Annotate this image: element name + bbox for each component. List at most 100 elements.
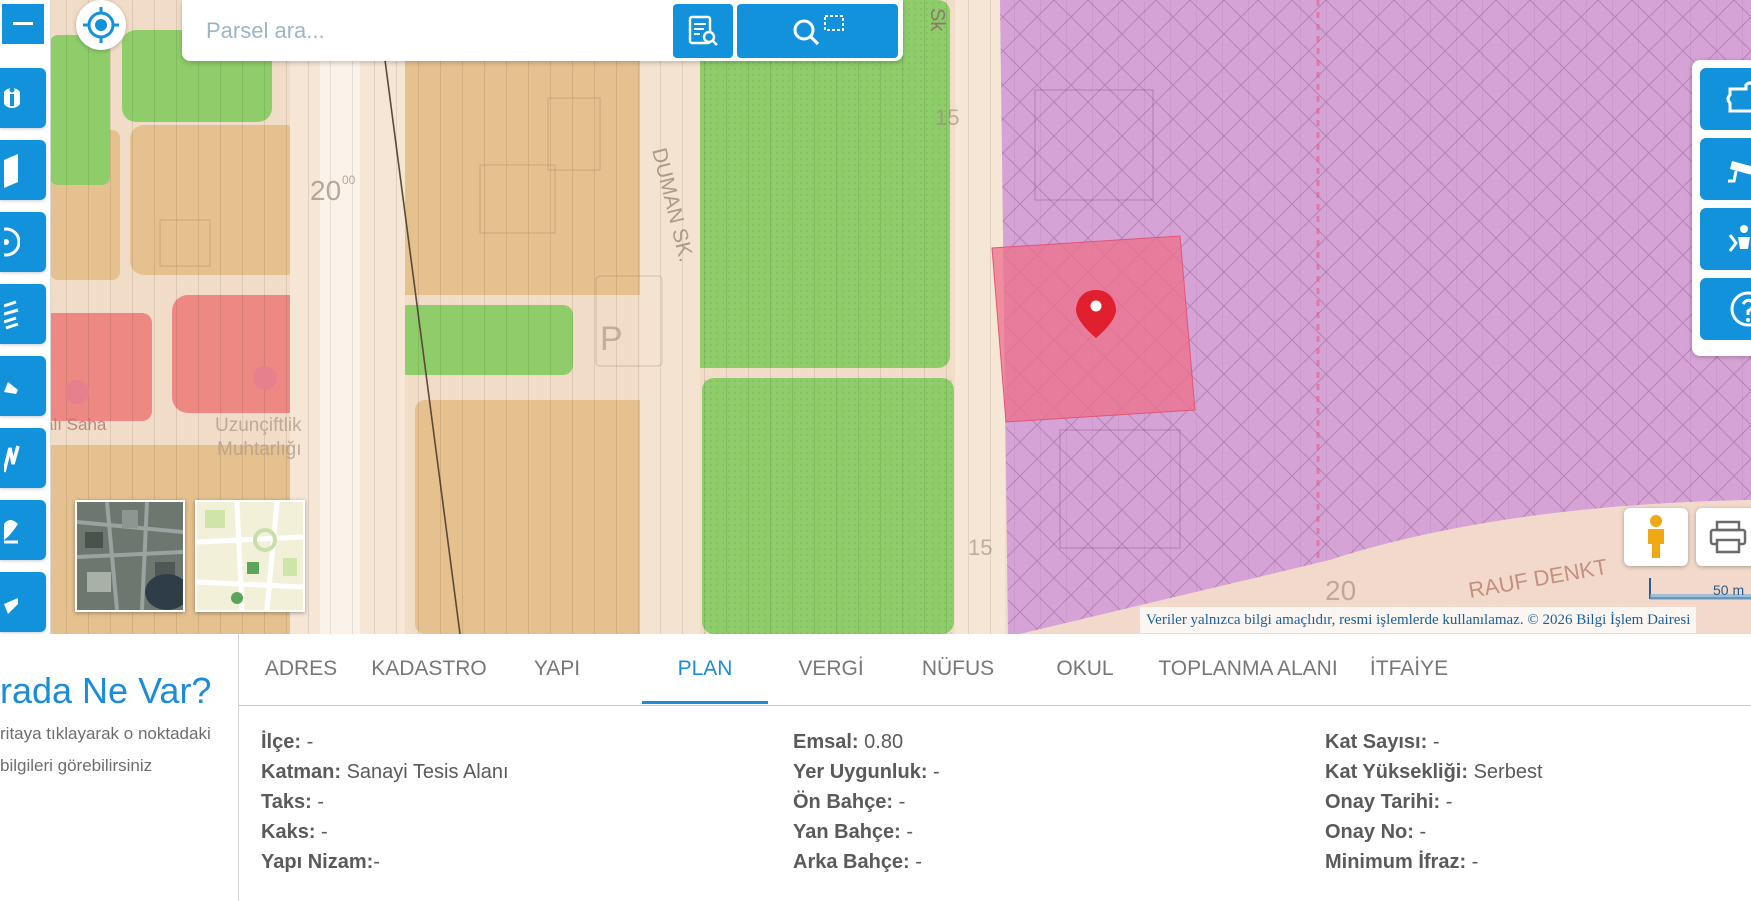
what-is-here-panel: rada Ne Var? ritaya tıklayarak o noktada…	[0, 634, 239, 901]
tab-yapi[interactable]: YAPI	[494, 634, 620, 704]
print-button[interactable]	[1696, 508, 1751, 566]
field-label: Kat Yüksekliği:	[1325, 761, 1469, 783]
field-value: -	[1466, 851, 1479, 873]
field-value: -	[373, 851, 380, 873]
plan-field-kat-sayisi: Kat Sayısı: -	[1325, 731, 1439, 754]
printer-icon	[1709, 520, 1747, 554]
field-label: Yan Bahçe:	[793, 821, 901, 843]
plan-field-onay-no: Onay No: -	[1325, 821, 1426, 844]
map-attribution: Veriler yalnızca bilgi amaçlıdır, resmi …	[1140, 607, 1697, 633]
assembly-button[interactable]	[1700, 208, 1751, 270]
field-label: Kaks:	[261, 821, 316, 843]
tab-vergi[interactable]: VERGİ	[768, 634, 894, 704]
draw-icon	[4, 382, 18, 394]
field-label: Yer Uygunluk:	[793, 761, 928, 783]
road-width-label: 15	[935, 105, 959, 130]
field-value: -	[900, 821, 914, 843]
puzzle-icon	[1726, 81, 1751, 113]
plan-field-katman: Katman: Sanayi Tesis Alanı	[261, 761, 509, 784]
camera-button[interactable]	[1700, 138, 1751, 200]
plan-field-arka-bahce: Arka Bahçe: -	[793, 851, 922, 874]
field-label: Minimum İfraz:	[1325, 851, 1467, 873]
plan-field-on-bahce: Ön Bahçe: -	[793, 791, 905, 814]
poi-icon	[253, 366, 277, 390]
tab-okul[interactable]: OKUL	[1022, 634, 1148, 704]
satellite-basemap-thumbnail[interactable]	[75, 500, 185, 612]
walk-button[interactable]	[0, 572, 46, 632]
tab-kadastro[interactable]: KADASTRO	[364, 634, 494, 704]
tab-nufus[interactable]: NÜFUS	[894, 634, 1022, 704]
people-icon	[1728, 225, 1750, 252]
road-width-label: 20	[1325, 575, 1356, 606]
document-search-button[interactable]	[673, 4, 733, 58]
description-line: ritaya tıklayarak o noktadaki	[0, 724, 211, 743]
map-icon	[4, 154, 18, 188]
measure-button[interactable]	[0, 284, 46, 344]
info-panel: rada Ne Var? ritaya tıklayarak o noktada…	[0, 634, 1751, 901]
route-button[interactable]	[0, 428, 46, 488]
field-label: Yapı Nizam:	[261, 851, 374, 873]
parcel-search-input[interactable]	[204, 10, 638, 52]
compass-icon	[4, 227, 20, 257]
field-value: -	[1440, 791, 1453, 813]
info-tabs: ADRES KADASTRO YAPI PLAN VERGİ NÜFUS OKU…	[238, 634, 1751, 706]
field-label: Katman:	[261, 761, 342, 783]
parking-label: P	[600, 320, 623, 358]
poi-label-saha: alı Saha	[44, 415, 107, 434]
scale-label: 50 m	[1713, 582, 1745, 598]
field-value: -	[315, 821, 328, 843]
field-value: -	[1413, 821, 1427, 843]
plan-field-kaks: Kaks: -	[261, 821, 328, 844]
help-icon	[1730, 291, 1751, 327]
tab-plan[interactable]: PLAN	[642, 634, 768, 704]
plan-field-minimum-ifraz: Minimum İfraz: -	[1325, 851, 1478, 874]
field-label: Taks:	[261, 791, 312, 813]
tab-adres[interactable]: ADRES	[238, 634, 364, 704]
crosshair-icon	[83, 7, 119, 43]
street-thumbnail-image	[197, 502, 303, 610]
map-view[interactable]: 20 00 15 15 20 Sk DUMAN SK. RAUF DENKT P…	[0, 0, 1751, 634]
draw-button[interactable]	[0, 356, 46, 416]
zoom-out-button[interactable]	[0, 2, 46, 46]
info-button[interactable]	[0, 68, 46, 128]
what-is-here-title: rada Ne Var?	[0, 670, 212, 711]
plan-field-kat-yuksekligi: Kat Yüksekliği: Serbest	[1325, 761, 1543, 784]
field-label: Onay No:	[1325, 821, 1414, 843]
compass-button[interactable]	[0, 212, 46, 272]
locate-button[interactable]	[76, 0, 126, 50]
plan-field-emsal: Emsal: 0.80	[793, 731, 903, 754]
area-search-button[interactable]	[737, 4, 898, 58]
satellite-thumbnail-image	[77, 502, 183, 610]
route-icon	[4, 445, 20, 473]
field-value: -	[927, 761, 940, 783]
poi-label-muhtarlik: Muhtarlığı	[217, 439, 301, 460]
search-icon	[793, 15, 844, 46]
field-value: Serbest	[1468, 761, 1543, 783]
pegman-icon	[1648, 515, 1664, 558]
description-line: bilgileri görebilirsiniz	[0, 756, 153, 775]
plan-field-taks: Taks: -	[261, 791, 324, 814]
field-label: Arka Bahçe:	[793, 851, 910, 873]
field-label: İlçe:	[261, 731, 302, 753]
road-width-sup: 00	[342, 173, 356, 187]
street-view-button[interactable]	[1624, 508, 1688, 566]
plan-field-yan-bahce: Yan Bahçe: -	[793, 821, 913, 844]
plan-field-yer-uygunluk: Yer Uygunluk: -	[793, 761, 940, 784]
map-layer-button[interactable]	[0, 140, 46, 200]
street-label: Sk	[926, 8, 948, 32]
street-basemap-thumbnail[interactable]	[195, 500, 305, 612]
road-width-label: 20	[310, 175, 341, 206]
health-button[interactable]	[0, 500, 46, 560]
field-label: Kat Sayısı:	[1325, 731, 1428, 753]
field-label: Onay Tarihi:	[1325, 791, 1441, 813]
help-button[interactable]	[1700, 278, 1751, 340]
walk-icon	[4, 598, 18, 614]
plan-field-ilce: İlçe: -	[261, 731, 313, 754]
poi-icon	[65, 380, 89, 404]
document-search-icon	[688, 15, 718, 46]
tab-toplanma-alani[interactable]: TOPLANMA ALANI	[1158, 634, 1338, 704]
field-value: -	[311, 791, 324, 813]
tab-itfaiye[interactable]: İTFAİYE	[1346, 634, 1472, 704]
plugins-button[interactable]	[1700, 68, 1751, 130]
field-value: -	[909, 851, 922, 873]
